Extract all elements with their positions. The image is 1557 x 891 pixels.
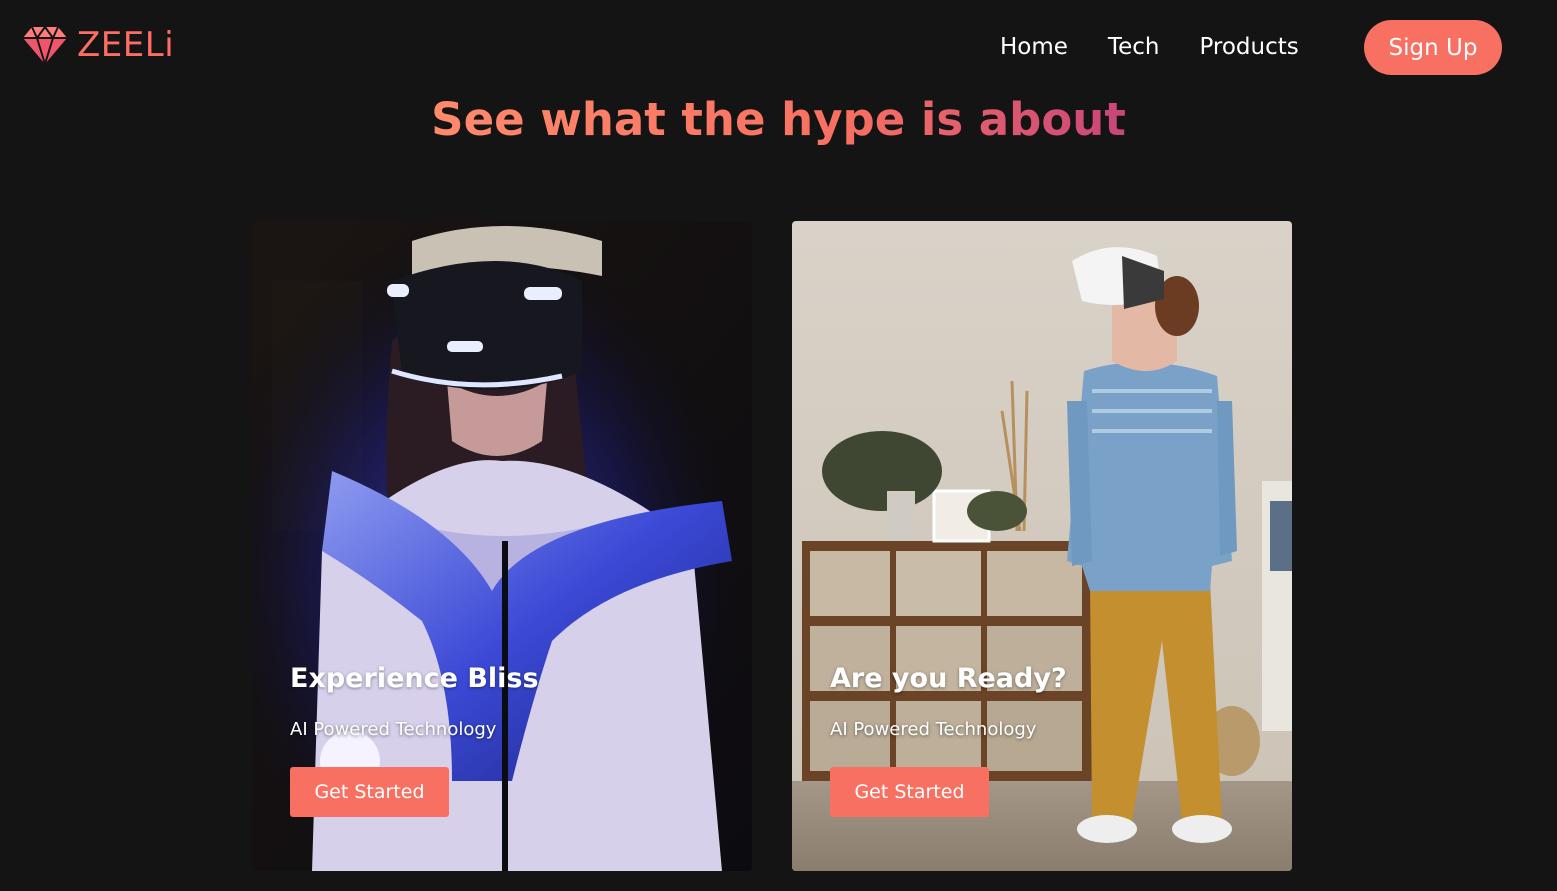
- feature-card-are-you-ready: Are you Ready? AI Powered Technology Get…: [792, 221, 1292, 871]
- card-title: Experience Bliss: [290, 663, 539, 694]
- card-content: Experience Bliss AI Powered Technology G…: [290, 661, 539, 817]
- diamond-icon: [23, 25, 67, 66]
- card-subtitle: AI Powered Technology: [290, 719, 497, 740]
- nav-link-products[interactable]: Products: [1199, 30, 1298, 64]
- nav-link-tech[interactable]: Tech: [1108, 30, 1160, 64]
- feature-card-experience-bliss: Experience Bliss AI Powered Technology G…: [252, 221, 752, 871]
- hero-title-text: See what the hype is about: [431, 93, 1126, 146]
- get-started-button[interactable]: Get Started: [290, 767, 449, 817]
- sign-up-button[interactable]: Sign Up: [1364, 20, 1502, 75]
- brand-name: ZEELi: [77, 25, 175, 65]
- navbar: ZEELi Home Tech Products Sign Up: [0, 0, 1557, 95]
- get-started-button[interactable]: Get Started: [830, 767, 989, 817]
- card-content: Are you Ready? AI Powered Technology Get…: [830, 661, 1067, 817]
- nav-links: Home Tech Products: [1000, 30, 1299, 64]
- logo[interactable]: ZEELi: [22, 24, 174, 66]
- card-subtitle: AI Powered Technology: [830, 719, 1037, 740]
- card-title: Are you Ready?: [830, 663, 1067, 694]
- landing-page: ZEELi Home Tech Products Sign Up See wha…: [0, 0, 1557, 891]
- hero-title: See what the hype is about: [0, 90, 1557, 150]
- nav-link-home[interactable]: Home: [1000, 30, 1068, 64]
